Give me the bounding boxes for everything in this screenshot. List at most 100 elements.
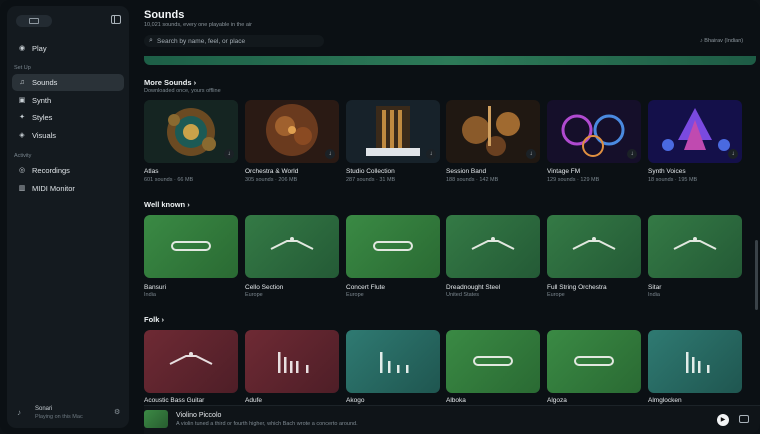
card-meta: Europe bbox=[346, 292, 364, 298]
sound-card[interactable] bbox=[547, 215, 641, 278]
sound-card[interactable] bbox=[245, 330, 339, 393]
sound-card[interactable] bbox=[144, 215, 238, 278]
percussion-icon bbox=[380, 352, 409, 373]
card-title: Concert Flute bbox=[346, 284, 386, 291]
now-playing-title: Violino Piccolo bbox=[176, 412, 222, 419]
visuals-icon: ◈ bbox=[19, 131, 25, 139]
sound-card[interactable] bbox=[346, 215, 440, 278]
gear-icon[interactable]: ⚙ bbox=[114, 408, 120, 416]
wind-instrument-icon bbox=[373, 241, 413, 251]
sidebar-item-label: Recordings bbox=[32, 166, 70, 175]
card-title: Adufe bbox=[245, 397, 262, 404]
card-meta: 287 sounds · 31 MB bbox=[346, 177, 396, 183]
search-bar[interactable]: ⌕ bbox=[144, 35, 324, 47]
playback-status: Playing on this Mac bbox=[35, 414, 83, 420]
sidebar-item-midi-monitor[interactable]: ▥ MIDI Monitor bbox=[12, 180, 124, 197]
layout-toggle-icon[interactable] bbox=[739, 415, 749, 423]
chevron-right-icon: › bbox=[187, 200, 190, 209]
sidebar-item-label: Synth bbox=[32, 96, 52, 105]
card-title: Dreadnought Steel bbox=[446, 284, 501, 291]
card-meta: Europe bbox=[245, 292, 263, 298]
string-instrument-icon bbox=[471, 237, 515, 250]
sidebar-item-label: MIDI Monitor bbox=[32, 184, 75, 193]
card-title: Cello Section bbox=[245, 284, 284, 291]
card-meta: 601 sounds · 66 MB bbox=[144, 177, 194, 183]
scale-label: Bhairav (Indian) bbox=[704, 38, 744, 44]
sidebar-item-label: Sounds bbox=[32, 78, 58, 87]
card-title: Almglocken bbox=[648, 397, 682, 404]
card-meta: 129 sounds · 129 MB bbox=[547, 177, 600, 183]
card-title: Bansuri bbox=[144, 284, 167, 291]
sound-card[interactable] bbox=[245, 215, 339, 278]
scale-indicator[interactable]: ♪ Bhairav (Indian) bbox=[700, 38, 743, 44]
card-meta: India bbox=[144, 292, 156, 298]
card-title: Orchestra & World bbox=[245, 168, 299, 175]
sidebar-item-styles[interactable]: ✦ Styles bbox=[12, 109, 124, 126]
page-title: Sounds bbox=[144, 9, 185, 21]
section-title-text: Folk bbox=[144, 315, 160, 324]
sound-pack-card[interactable]: ↓ bbox=[446, 100, 540, 163]
wind-instrument-icon bbox=[574, 356, 614, 366]
card-meta: 305 sounds · 206 MB bbox=[245, 177, 298, 183]
card-title: Alboka bbox=[446, 397, 466, 404]
sound-card[interactable] bbox=[648, 330, 742, 393]
synth-icon: ▣ bbox=[18, 96, 26, 104]
string-instrument-icon bbox=[169, 352, 213, 365]
chevron-right-icon: › bbox=[193, 78, 197, 87]
download-icon[interactable]: ↓ bbox=[728, 149, 738, 159]
download-icon[interactable]: ↓ bbox=[325, 149, 335, 159]
sidebar-footer: ♪ Sonari Playing on this Mac ⚙ bbox=[7, 400, 129, 428]
sound-pack-card[interactable]: ↓ bbox=[346, 100, 440, 163]
play-button[interactable]: ▶ bbox=[717, 414, 729, 426]
scrollbar[interactable] bbox=[755, 240, 758, 310]
now-playing-description: A violin tuned a third or fourth higher,… bbox=[176, 421, 358, 427]
midi-icon: ▥ bbox=[18, 184, 26, 192]
sound-pack-card[interactable]: ↓ bbox=[648, 100, 742, 163]
download-icon[interactable]: ↓ bbox=[426, 149, 436, 159]
wind-instrument-icon bbox=[473, 356, 513, 366]
sidebar-item-visuals[interactable]: ◈ Visuals bbox=[12, 127, 124, 144]
play-icon: ▶ bbox=[720, 417, 726, 423]
card-title: Algoza bbox=[547, 397, 567, 404]
sidebar-item-synth[interactable]: ▣ Synth bbox=[12, 92, 124, 109]
music-note-icon: ♪ bbox=[17, 408, 21, 417]
sound-card[interactable] bbox=[346, 330, 440, 393]
section-title-text: More Sounds bbox=[144, 78, 192, 87]
sound-card[interactable] bbox=[547, 330, 641, 393]
download-icon[interactable]: ↓ bbox=[526, 149, 536, 159]
sidebar-item-sounds[interactable]: ♫ Sounds bbox=[12, 74, 124, 91]
card-title: Akogo bbox=[346, 397, 365, 404]
sound-card[interactable] bbox=[446, 215, 540, 278]
sound-card[interactable] bbox=[648, 215, 742, 278]
card-title: Acoustic Bass Guitar bbox=[144, 397, 205, 404]
hero-banner[interactable] bbox=[144, 56, 756, 65]
section-title-more-sounds[interactable]: More Sounds › bbox=[144, 78, 196, 87]
card-meta: Europe bbox=[547, 292, 565, 298]
app-name: Sonari bbox=[35, 406, 53, 412]
sound-card[interactable] bbox=[446, 330, 540, 393]
sound-pack-card[interactable]: ↓ bbox=[547, 100, 641, 163]
card-title: Sitar bbox=[648, 284, 662, 291]
card-title: Full String Orchestra bbox=[547, 284, 607, 291]
string-instrument-icon bbox=[673, 237, 717, 250]
play-icon: ◉ bbox=[18, 44, 26, 52]
sounds-icon: ♫ bbox=[19, 78, 25, 86]
download-icon[interactable]: ↓ bbox=[627, 149, 637, 159]
sound-card[interactable] bbox=[144, 330, 238, 393]
search-input[interactable] bbox=[157, 36, 317, 46]
sound-pack-card[interactable]: ↓ bbox=[144, 100, 238, 163]
now-playing-artwork bbox=[144, 410, 168, 428]
sound-pack-card[interactable]: ↓ bbox=[245, 100, 339, 163]
section-title-well-known[interactable]: Well known › bbox=[144, 200, 190, 209]
sidebar-toggle-icon[interactable] bbox=[111, 15, 121, 24]
section-title-folk[interactable]: Folk › bbox=[144, 315, 164, 324]
percussion-icon bbox=[278, 352, 309, 373]
app-window: ◉ Play Set Up ♫ Sounds ▣ Synth ✦ Styles … bbox=[0, 0, 760, 434]
card-meta: 18 sounds · 195 MB bbox=[648, 177, 698, 183]
sidebar-item-recordings[interactable]: ◎ Recordings bbox=[12, 162, 124, 179]
string-instrument-icon bbox=[572, 237, 616, 250]
download-icon[interactable]: ↓ bbox=[224, 149, 234, 159]
window-switcher[interactable] bbox=[16, 15, 52, 27]
percussion-icon bbox=[686, 352, 710, 373]
sidebar-item-play[interactable]: ◉ Play bbox=[12, 40, 124, 57]
